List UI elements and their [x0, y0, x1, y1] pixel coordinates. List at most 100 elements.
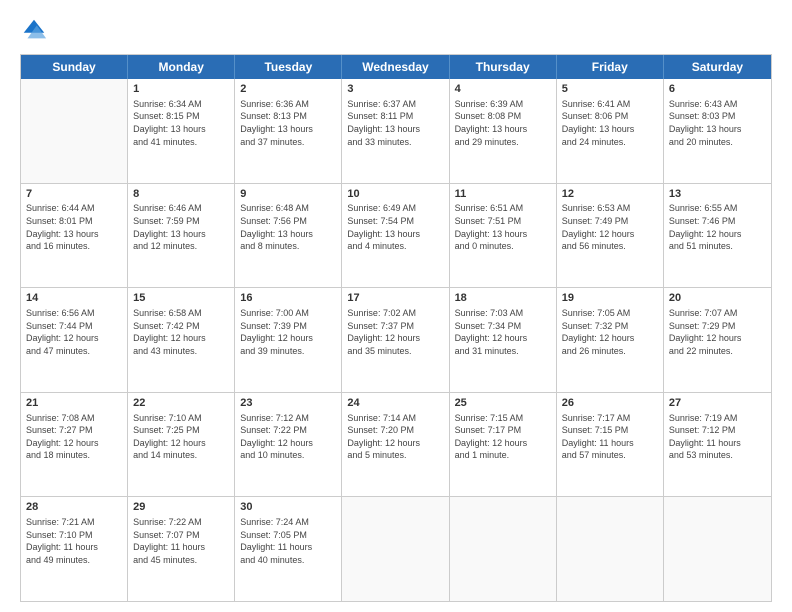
day-number: 24 — [347, 396, 443, 411]
calendar-day-29: 29Sunrise: 7:22 AM Sunset: 7:07 PM Dayli… — [128, 497, 235, 601]
calendar-header: SundayMondayTuesdayWednesdayThursdayFrid… — [21, 55, 771, 79]
day-info: Sunrise: 7:02 AM Sunset: 7:37 PM Dayligh… — [347, 307, 443, 357]
day-info: Sunrise: 6:34 AM Sunset: 8:15 PM Dayligh… — [133, 98, 229, 148]
day-info: Sunrise: 6:37 AM Sunset: 8:11 PM Dayligh… — [347, 98, 443, 148]
day-number: 10 — [347, 187, 443, 202]
day-info: Sunrise: 6:48 AM Sunset: 7:56 PM Dayligh… — [240, 202, 336, 252]
calendar-day-24: 24Sunrise: 7:14 AM Sunset: 7:20 PM Dayli… — [342, 393, 449, 497]
calendar: SundayMondayTuesdayWednesdayThursdayFrid… — [20, 54, 772, 602]
calendar-empty-cell — [450, 497, 557, 601]
header-day-friday: Friday — [557, 55, 664, 79]
calendar-day-10: 10Sunrise: 6:49 AM Sunset: 7:54 PM Dayli… — [342, 184, 449, 288]
day-number: 30 — [240, 500, 336, 515]
day-info: Sunrise: 7:08 AM Sunset: 7:27 PM Dayligh… — [26, 412, 122, 462]
day-number: 3 — [347, 82, 443, 97]
header-day-saturday: Saturday — [664, 55, 771, 79]
calendar-body: 1Sunrise: 6:34 AM Sunset: 8:15 PM Daylig… — [21, 79, 771, 601]
calendar-week-5: 28Sunrise: 7:21 AM Sunset: 7:10 PM Dayli… — [21, 497, 771, 601]
calendar-day-1: 1Sunrise: 6:34 AM Sunset: 8:15 PM Daylig… — [128, 79, 235, 183]
calendar-day-18: 18Sunrise: 7:03 AM Sunset: 7:34 PM Dayli… — [450, 288, 557, 392]
day-info: Sunrise: 7:17 AM Sunset: 7:15 PM Dayligh… — [562, 412, 658, 462]
day-info: Sunrise: 6:55 AM Sunset: 7:46 PM Dayligh… — [669, 202, 766, 252]
calendar-day-14: 14Sunrise: 6:56 AM Sunset: 7:44 PM Dayli… — [21, 288, 128, 392]
day-info: Sunrise: 7:22 AM Sunset: 7:07 PM Dayligh… — [133, 516, 229, 566]
day-info: Sunrise: 6:58 AM Sunset: 7:42 PM Dayligh… — [133, 307, 229, 357]
day-number: 29 — [133, 500, 229, 515]
calendar-day-25: 25Sunrise: 7:15 AM Sunset: 7:17 PM Dayli… — [450, 393, 557, 497]
calendar-day-27: 27Sunrise: 7:19 AM Sunset: 7:12 PM Dayli… — [664, 393, 771, 497]
day-number: 5 — [562, 82, 658, 97]
calendar-empty-cell — [664, 497, 771, 601]
calendar-day-21: 21Sunrise: 7:08 AM Sunset: 7:27 PM Dayli… — [21, 393, 128, 497]
day-info: Sunrise: 7:12 AM Sunset: 7:22 PM Dayligh… — [240, 412, 336, 462]
day-info: Sunrise: 6:49 AM Sunset: 7:54 PM Dayligh… — [347, 202, 443, 252]
day-info: Sunrise: 6:56 AM Sunset: 7:44 PM Dayligh… — [26, 307, 122, 357]
calendar-day-22: 22Sunrise: 7:10 AM Sunset: 7:25 PM Dayli… — [128, 393, 235, 497]
calendar-week-4: 21Sunrise: 7:08 AM Sunset: 7:27 PM Dayli… — [21, 393, 771, 498]
day-number: 7 — [26, 187, 122, 202]
calendar-day-30: 30Sunrise: 7:24 AM Sunset: 7:05 PM Dayli… — [235, 497, 342, 601]
calendar-day-19: 19Sunrise: 7:05 AM Sunset: 7:32 PM Dayli… — [557, 288, 664, 392]
day-number: 26 — [562, 396, 658, 411]
logo — [20, 16, 52, 44]
header-day-wednesday: Wednesday — [342, 55, 449, 79]
day-number: 13 — [669, 187, 766, 202]
day-number: 21 — [26, 396, 122, 411]
day-number: 25 — [455, 396, 551, 411]
day-info: Sunrise: 6:46 AM Sunset: 7:59 PM Dayligh… — [133, 202, 229, 252]
day-info: Sunrise: 6:53 AM Sunset: 7:49 PM Dayligh… — [562, 202, 658, 252]
calendar-day-20: 20Sunrise: 7:07 AM Sunset: 7:29 PM Dayli… — [664, 288, 771, 392]
calendar-day-8: 8Sunrise: 6:46 AM Sunset: 7:59 PM Daylig… — [128, 184, 235, 288]
calendar-empty-cell — [342, 497, 449, 601]
day-info: Sunrise: 6:44 AM Sunset: 8:01 PM Dayligh… — [26, 202, 122, 252]
day-info: Sunrise: 7:03 AM Sunset: 7:34 PM Dayligh… — [455, 307, 551, 357]
calendar-day-9: 9Sunrise: 6:48 AM Sunset: 7:56 PM Daylig… — [235, 184, 342, 288]
calendar-week-3: 14Sunrise: 6:56 AM Sunset: 7:44 PM Dayli… — [21, 288, 771, 393]
day-info: Sunrise: 6:36 AM Sunset: 8:13 PM Dayligh… — [240, 98, 336, 148]
day-number: 8 — [133, 187, 229, 202]
day-info: Sunrise: 7:10 AM Sunset: 7:25 PM Dayligh… — [133, 412, 229, 462]
calendar-day-2: 2Sunrise: 6:36 AM Sunset: 8:13 PM Daylig… — [235, 79, 342, 183]
calendar-day-28: 28Sunrise: 7:21 AM Sunset: 7:10 PM Dayli… — [21, 497, 128, 601]
calendar-day-15: 15Sunrise: 6:58 AM Sunset: 7:42 PM Dayli… — [128, 288, 235, 392]
calendar-week-2: 7Sunrise: 6:44 AM Sunset: 8:01 PM Daylig… — [21, 184, 771, 289]
day-number: 9 — [240, 187, 336, 202]
day-number: 6 — [669, 82, 766, 97]
day-number: 12 — [562, 187, 658, 202]
calendar-day-17: 17Sunrise: 7:02 AM Sunset: 7:37 PM Dayli… — [342, 288, 449, 392]
day-number: 14 — [26, 291, 122, 306]
day-info: Sunrise: 7:07 AM Sunset: 7:29 PM Dayligh… — [669, 307, 766, 357]
day-number: 1 — [133, 82, 229, 97]
day-number: 19 — [562, 291, 658, 306]
day-info: Sunrise: 7:24 AM Sunset: 7:05 PM Dayligh… — [240, 516, 336, 566]
day-number: 28 — [26, 500, 122, 515]
calendar-day-23: 23Sunrise: 7:12 AM Sunset: 7:22 PM Dayli… — [235, 393, 342, 497]
calendar-day-6: 6Sunrise: 6:43 AM Sunset: 8:03 PM Daylig… — [664, 79, 771, 183]
calendar-empty-cell — [21, 79, 128, 183]
day-number: 4 — [455, 82, 551, 97]
calendar-day-16: 16Sunrise: 7:00 AM Sunset: 7:39 PM Dayli… — [235, 288, 342, 392]
day-number: 27 — [669, 396, 766, 411]
day-info: Sunrise: 7:21 AM Sunset: 7:10 PM Dayligh… — [26, 516, 122, 566]
calendar-week-1: 1Sunrise: 6:34 AM Sunset: 8:15 PM Daylig… — [21, 79, 771, 184]
day-number: 17 — [347, 291, 443, 306]
header-day-monday: Monday — [128, 55, 235, 79]
calendar-day-4: 4Sunrise: 6:39 AM Sunset: 8:08 PM Daylig… — [450, 79, 557, 183]
calendar-day-26: 26Sunrise: 7:17 AM Sunset: 7:15 PM Dayli… — [557, 393, 664, 497]
day-info: Sunrise: 7:14 AM Sunset: 7:20 PM Dayligh… — [347, 412, 443, 462]
day-info: Sunrise: 7:15 AM Sunset: 7:17 PM Dayligh… — [455, 412, 551, 462]
header-day-sunday: Sunday — [21, 55, 128, 79]
day-number: 20 — [669, 291, 766, 306]
calendar-empty-cell — [557, 497, 664, 601]
day-info: Sunrise: 6:39 AM Sunset: 8:08 PM Dayligh… — [455, 98, 551, 148]
header-day-thursday: Thursday — [450, 55, 557, 79]
day-info: Sunrise: 7:05 AM Sunset: 7:32 PM Dayligh… — [562, 307, 658, 357]
day-number: 11 — [455, 187, 551, 202]
day-info: Sunrise: 7:00 AM Sunset: 7:39 PM Dayligh… — [240, 307, 336, 357]
header-day-tuesday: Tuesday — [235, 55, 342, 79]
calendar-day-13: 13Sunrise: 6:55 AM Sunset: 7:46 PM Dayli… — [664, 184, 771, 288]
calendar-day-5: 5Sunrise: 6:41 AM Sunset: 8:06 PM Daylig… — [557, 79, 664, 183]
day-number: 18 — [455, 291, 551, 306]
day-number: 2 — [240, 82, 336, 97]
day-info: Sunrise: 7:19 AM Sunset: 7:12 PM Dayligh… — [669, 412, 766, 462]
